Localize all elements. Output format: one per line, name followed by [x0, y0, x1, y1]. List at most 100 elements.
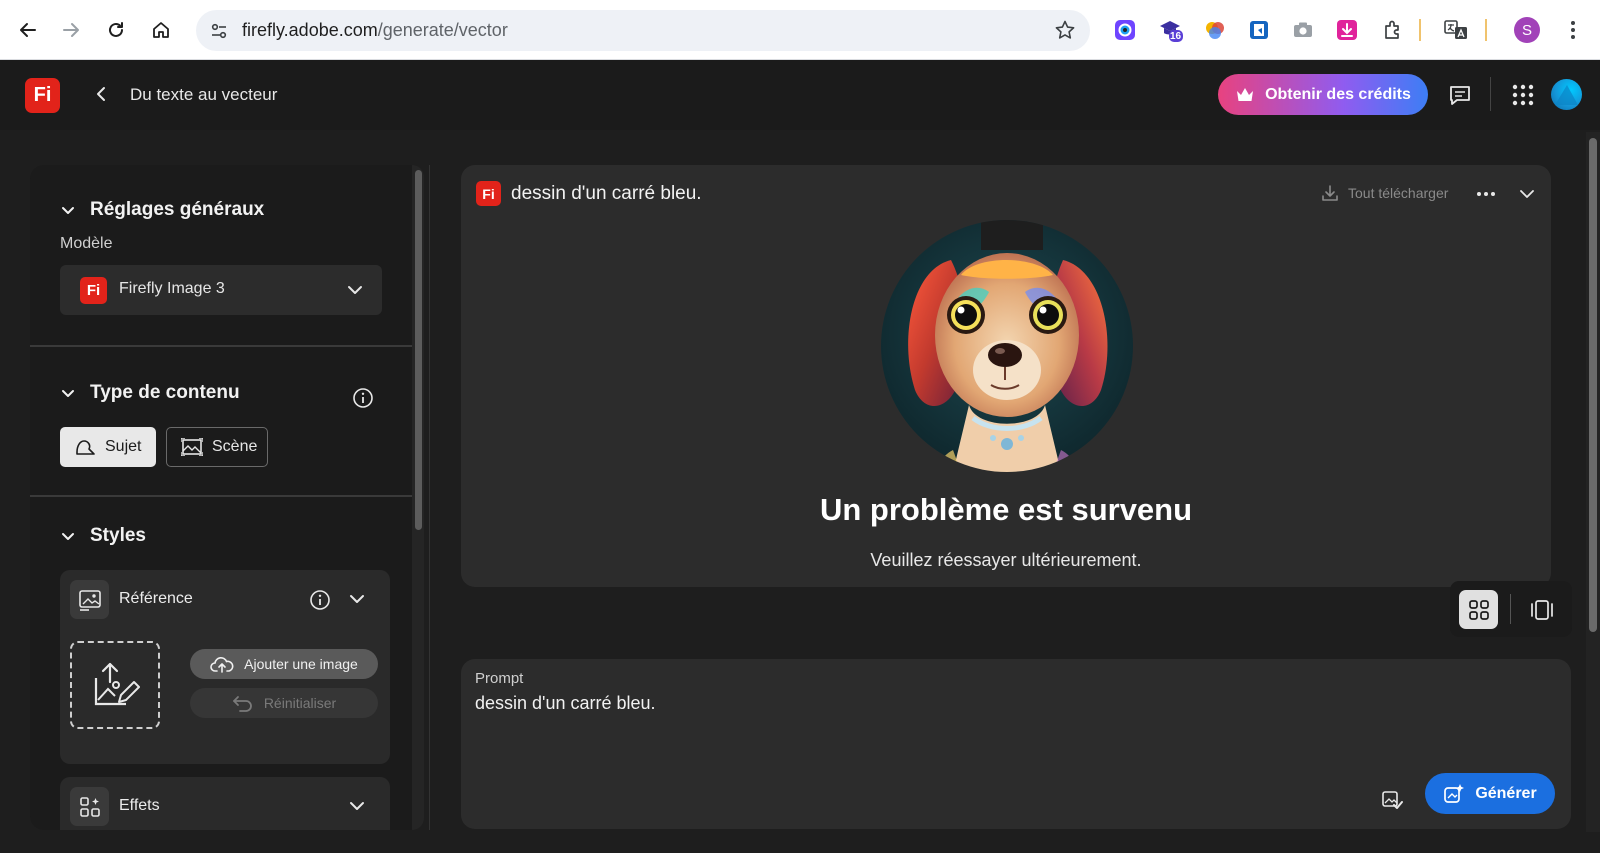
translate-icon[interactable]: [1443, 17, 1469, 43]
address-bar[interactable]: firefly.adobe.com/generate/vector: [196, 10, 1090, 51]
reset-button[interactable]: Réinitialiser: [190, 688, 378, 718]
info-icon[interactable]: [309, 589, 331, 611]
url-domain: firefly.adobe.com: [242, 20, 378, 40]
feedback-icon[interactable]: [1447, 82, 1473, 108]
prompt-label: Prompt: [475, 670, 524, 687]
subject-label: Sujet: [105, 438, 142, 455]
settings-scrollbar-thumb[interactable]: [415, 170, 422, 530]
reference-image-icon: [70, 580, 109, 619]
apps-grid-icon[interactable]: [1510, 82, 1536, 108]
reference-upload-dropzone[interactable]: [70, 641, 160, 729]
model-label: Modèle: [60, 235, 113, 252]
back-arrow-icon[interactable]: [12, 14, 44, 46]
generate-label: Générer: [1475, 784, 1537, 802]
content-type-subject-button[interactable]: Sujet: [60, 427, 156, 467]
chevron-down-icon[interactable]: [1514, 181, 1540, 207]
user-avatar[interactable]: [1551, 79, 1582, 110]
effects-title: Effets: [119, 797, 160, 814]
reset-label: Réinitialiser: [263, 695, 337, 711]
chevron-down-icon[interactable]: [348, 590, 370, 612]
download-all-button[interactable]: Tout télécharger: [1321, 184, 1448, 202]
chevron-down-icon: [60, 202, 76, 218]
url-text[interactable]: firefly.adobe.com/generate/vector: [242, 20, 508, 41]
site-info-icon[interactable]: [206, 18, 232, 44]
extension-badge: 16: [1170, 31, 1182, 42]
more-icon[interactable]: [1473, 181, 1499, 207]
page-scrollbar-thumb[interactable]: [1589, 138, 1597, 632]
url-path: /generate/vector: [377, 20, 508, 40]
toolbar-separator-2: [1485, 19, 1487, 41]
add-image-button[interactable]: Ajouter une image: [190, 649, 378, 679]
prompt-input[interactable]: [475, 693, 1335, 753]
generation-result-card: Fi dessin d'un carré bleu. Tout téléchar…: [461, 165, 1551, 587]
section-divider: [30, 495, 412, 497]
model-value: Firefly Image 3: [119, 280, 225, 297]
content-type-scene-button[interactable]: Scène: [166, 427, 268, 467]
color-wheel-extension-icon[interactable]: [1202, 17, 1228, 43]
section-divider: [30, 345, 412, 347]
model-dropdown[interactable]: Fi Firefly Image 3: [60, 265, 382, 315]
bookmark-manager-extension-icon[interactable]: [1246, 17, 1272, 43]
prompt-panel: Prompt Générer: [461, 659, 1571, 829]
scene-icon: [181, 438, 203, 456]
reference-card: Référence Ajouter une image Réinitialise…: [60, 570, 390, 764]
get-credits-label: Obtenir des crédits: [1265, 85, 1411, 103]
content-type-header[interactable]: Type de contenu: [60, 382, 240, 404]
camera-lens-extension-icon[interactable]: [1112, 17, 1138, 43]
error-subtitle: Veuillez réessayer ultérieurement.: [870, 550, 1142, 570]
generate-sparkle-icon: [1443, 783, 1465, 805]
upload-image-icon: [88, 660, 142, 710]
effects-card[interactable]: Effets: [60, 777, 390, 830]
extensions-icon[interactable]: [1380, 17, 1406, 43]
chevron-down-icon: [60, 385, 76, 401]
download-all-label: Tout télécharger: [1348, 185, 1449, 201]
error-illustration: [881, 220, 1133, 472]
panel-divider: [429, 165, 430, 830]
style-picker-icon[interactable]: [1379, 786, 1405, 812]
camera-icon[interactable]: [1290, 17, 1316, 43]
view-mode-toggle: [1450, 581, 1572, 637]
firefly-logo[interactable]: Fi: [25, 78, 60, 113]
general-settings-title: Réglages généraux: [90, 199, 265, 220]
page-title: Du texte au vecteur: [130, 85, 278, 104]
settings-panel: Réglages généraux Modèle Fi Firefly Imag…: [30, 165, 412, 830]
view-toggle-separator: [1510, 594, 1511, 624]
star-icon[interactable]: [1054, 19, 1076, 41]
add-image-label: Ajouter une image: [244, 656, 358, 672]
forward-arrow-icon[interactable]: [55, 14, 87, 46]
styles-title: Styles: [90, 525, 146, 546]
kebab-menu-icon[interactable]: [1560, 17, 1586, 43]
profile-avatar[interactable]: S: [1514, 17, 1540, 43]
result-prompt-text: dessin d'un carré bleu.: [511, 183, 702, 204]
download-extension-icon[interactable]: [1334, 17, 1360, 43]
toolbar-separator: [1419, 19, 1421, 41]
chevron-down-icon[interactable]: [348, 797, 370, 819]
chevron-left-icon[interactable]: [90, 83, 112, 105]
generate-button[interactable]: Générer: [1425, 773, 1555, 814]
styles-header[interactable]: Styles: [60, 525, 146, 547]
reference-title: Référence: [119, 590, 193, 607]
firefly-model-logo: Fi: [80, 277, 107, 304]
app-header: Fi Du texte au vecteur Obtenir des crédi…: [0, 60, 1600, 130]
content-type-title: Type de contenu: [90, 382, 240, 403]
header-separator: [1490, 77, 1491, 111]
grid-view-icon[interactable]: [1459, 590, 1498, 629]
scene-label: Scène: [212, 438, 258, 455]
single-view-icon[interactable]: [1522, 590, 1561, 629]
get-credits-button[interactable]: Obtenir des crédits: [1218, 74, 1428, 115]
chevron-down-icon: [346, 281, 364, 299]
cloud-upload-icon: [210, 655, 234, 673]
crown-icon: [1235, 86, 1255, 104]
browser-toolbar: firefly.adobe.com/generate/vector 16 S: [0, 0, 1600, 60]
error-title: Un problème est survenu: [819, 492, 1193, 527]
chevron-down-icon: [60, 528, 76, 544]
reload-icon[interactable]: [100, 14, 132, 46]
graduation-cap-extension-icon[interactable]: 16: [1158, 17, 1184, 43]
download-icon: [1321, 184, 1339, 202]
subject-shape-icon: [74, 437, 96, 457]
home-icon[interactable]: [145, 14, 177, 46]
firefly-result-logo: Fi: [476, 181, 501, 206]
info-icon[interactable]: [352, 387, 374, 409]
general-settings-header[interactable]: Réglages généraux: [60, 199, 264, 221]
undo-icon: [232, 694, 254, 712]
